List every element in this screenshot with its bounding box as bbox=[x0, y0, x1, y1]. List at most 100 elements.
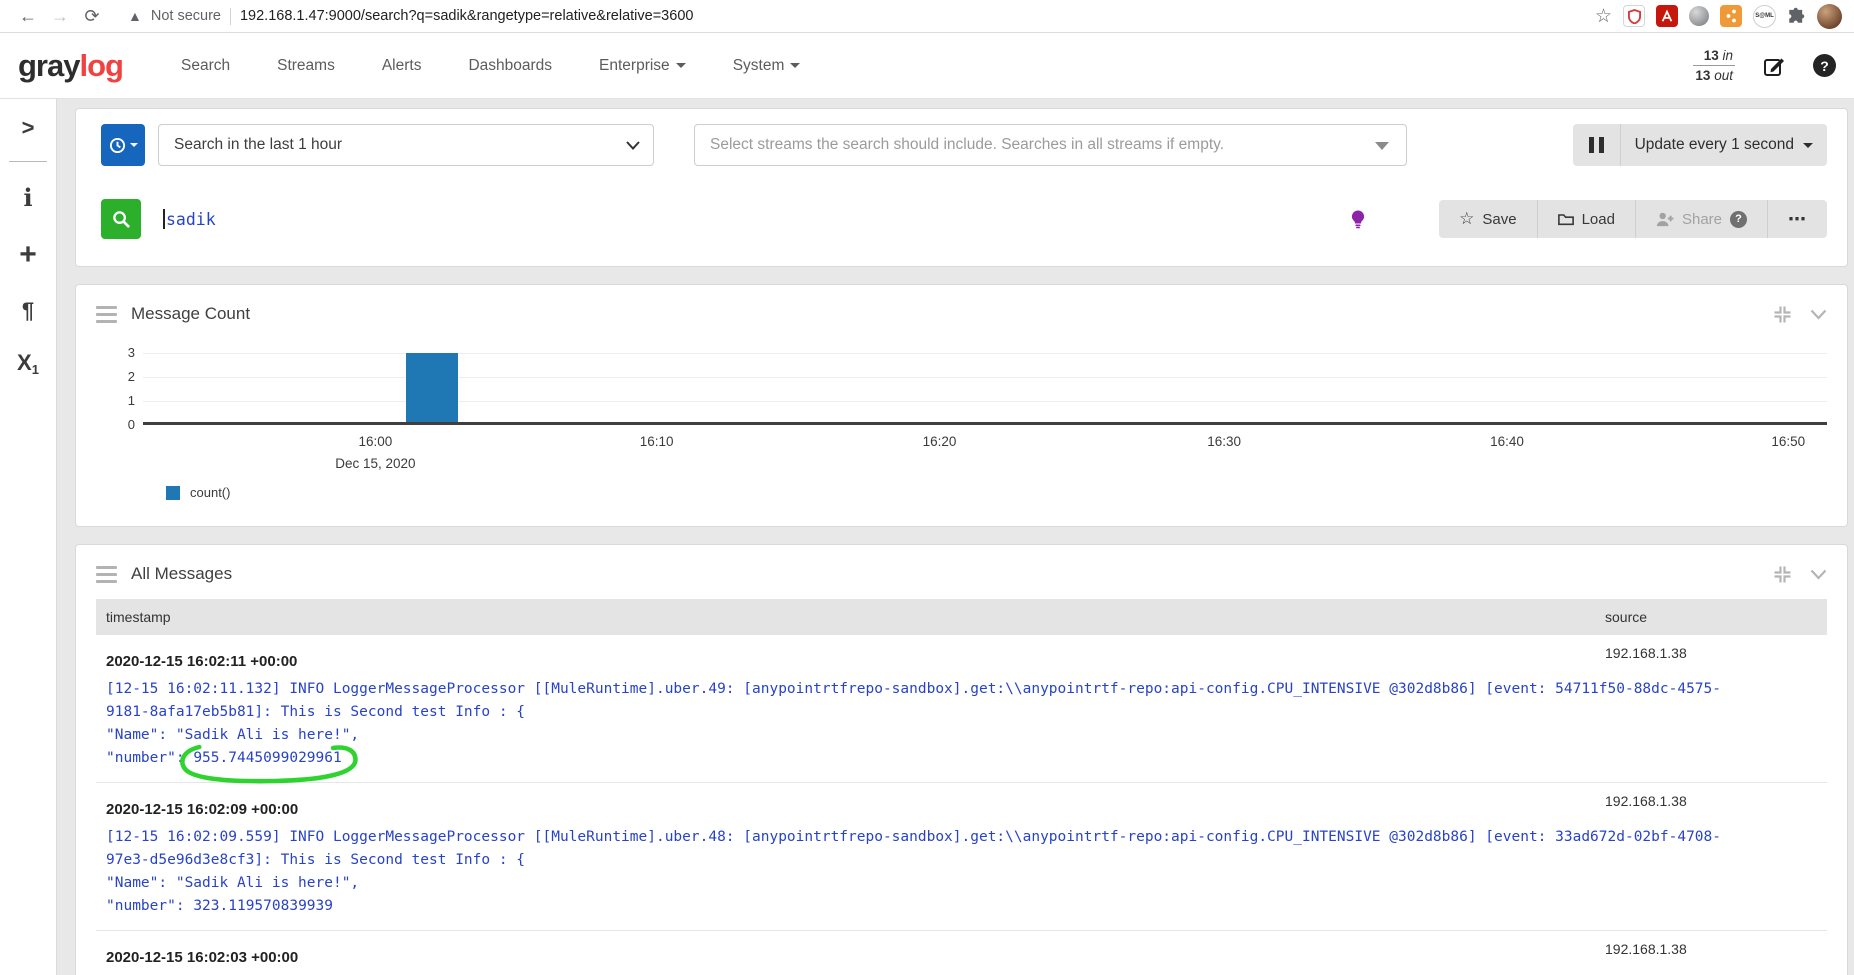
chevron-down-icon bbox=[626, 141, 640, 150]
ellipsis-icon: ⋯ bbox=[1788, 209, 1807, 230]
compose-edit-icon[interactable] bbox=[1762, 54, 1786, 78]
graylog-logo[interactable]: graylog bbox=[18, 48, 123, 84]
address-divider bbox=[230, 8, 231, 25]
extensions-puzzle-icon[interactable] bbox=[1787, 7, 1806, 26]
focus-widget-icon[interactable] bbox=[1773, 305, 1792, 324]
legend-label: count() bbox=[190, 485, 230, 500]
log-number-line: "number": 955.7445099029961 bbox=[106, 747, 1744, 770]
message-row[interactable]: 2020-12-15 16:02:03 +00:00 192.168.1.38 bbox=[96, 930, 1827, 975]
nav-system[interactable]: System bbox=[733, 57, 801, 75]
chart-legend: count() bbox=[166, 485, 1827, 500]
timerange-value: Search in the last 1 hour bbox=[174, 136, 342, 154]
chevron-down-icon bbox=[676, 63, 686, 68]
browser-actions: ☆ S@ML bbox=[1595, 4, 1842, 29]
message-row[interactable]: 2020-12-15 16:02:09 +00:00 192.168.1.38 … bbox=[96, 782, 1827, 930]
sidebar-fields-icon[interactable]: X1 bbox=[17, 352, 39, 376]
timerange-select[interactable]: Search in the last 1 hour bbox=[158, 124, 654, 166]
search-icon bbox=[112, 210, 131, 229]
pause-refresh-button[interactable] bbox=[1573, 124, 1621, 166]
share-help-icon[interactable]: ? bbox=[1730, 211, 1747, 228]
chevron-down-icon bbox=[790, 63, 800, 68]
forward-icon[interactable]: → bbox=[44, 6, 76, 27]
collapse-widget-chevron-icon[interactable] bbox=[1810, 309, 1827, 320]
nav-enterprise[interactable]: Enterprise bbox=[599, 57, 686, 75]
gridline bbox=[143, 401, 1827, 402]
main-nav: Search Streams Alerts Dashboards Enterpr… bbox=[181, 57, 800, 75]
search-button[interactable] bbox=[101, 199, 141, 239]
chart-bar[interactable] bbox=[406, 353, 458, 422]
address-bar[interactable]: ▲ Not secure 192.168.1.47:9000/search?q=… bbox=[128, 8, 1595, 25]
log-name-line: "Name": "Sadik Ali is here!", bbox=[106, 872, 1744, 895]
x-tick-label: 16:50 bbox=[1771, 434, 1805, 449]
circle-extension-icon[interactable] bbox=[1689, 6, 1709, 26]
browser-toolbar: ← → ⟳ ▲ Not secure 192.168.1.47:9000/sea… bbox=[0, 0, 1854, 33]
nav-streams[interactable]: Streams bbox=[277, 57, 335, 75]
browser-profile-avatar[interactable] bbox=[1817, 4, 1842, 29]
refresh-controls: Update every 1 second bbox=[1573, 124, 1827, 166]
pause-icon bbox=[1589, 137, 1594, 153]
nav-search[interactable]: Search bbox=[181, 57, 230, 75]
left-sidebar: > i + ¶ X1 bbox=[0, 99, 57, 975]
star-icon: ☆ bbox=[1459, 209, 1474, 229]
message-count-widget: Message Count 0123 16:0016:1016:2016:301… bbox=[75, 284, 1848, 527]
message-timestamp: 2020-12-15 16:02:09 +00:00 bbox=[106, 801, 1605, 818]
share-button[interactable]: Share ? bbox=[1636, 200, 1768, 238]
load-button[interactable]: Load bbox=[1538, 200, 1636, 238]
gridline bbox=[143, 377, 1827, 378]
widget-title: Message Count bbox=[131, 304, 250, 324]
gridline bbox=[143, 353, 1827, 354]
bookmark-star-icon[interactable]: ☆ bbox=[1595, 5, 1612, 28]
y-tick-label: 2 bbox=[128, 369, 135, 384]
y-tick-label: 0 bbox=[128, 417, 135, 432]
url-text[interactable]: 192.168.1.47:9000/search?q=sadik&rangety… bbox=[240, 8, 693, 24]
reload-icon[interactable]: ⟳ bbox=[76, 6, 108, 27]
query-hint-lightbulb-icon[interactable] bbox=[1351, 210, 1365, 229]
query-text: sadik bbox=[166, 210, 216, 229]
message-preview: [12-15 16:02:11.132] INFO LoggerMessageP… bbox=[106, 678, 1817, 770]
query-input[interactable]: sadik bbox=[163, 209, 216, 229]
search-page: Search in the last 1 hour Select streams… bbox=[57, 99, 1854, 975]
sidebar-formatting-icon[interactable]: ¶ bbox=[22, 300, 34, 322]
chevron-down-icon bbox=[1803, 143, 1813, 148]
streams-select[interactable]: Select streams the search should include… bbox=[694, 124, 1407, 166]
back-icon[interactable]: ← bbox=[12, 6, 44, 27]
page-content: > i + ¶ X1 Search in the last 1 hour Sel… bbox=[0, 99, 1854, 975]
help-icon[interactable]: ? bbox=[1813, 54, 1836, 77]
more-actions-button[interactable]: ⋯ bbox=[1768, 200, 1827, 238]
search-controls-panel: Search in the last 1 hour Select streams… bbox=[75, 108, 1848, 267]
column-header-timestamp[interactable]: timestamp bbox=[106, 609, 1605, 625]
sidebar-expand-icon[interactable]: > bbox=[22, 117, 35, 139]
message-timestamp: 2020-12-15 16:02:11 +00:00 bbox=[106, 653, 1605, 670]
app-header: graylog Search Streams Alerts Dashboards… bbox=[0, 33, 1854, 99]
timerange-type-button[interactable] bbox=[101, 124, 145, 166]
message-preview: [12-15 16:02:09.559] INFO LoggerMessageP… bbox=[106, 826, 1817, 918]
header-right: 13 in 13 out ? bbox=[1693, 47, 1836, 84]
chart-plot: 16:0016:1016:2016:3016:4016:50Dec 15, 20… bbox=[143, 353, 1827, 425]
add-user-icon bbox=[1656, 212, 1674, 227]
nav-dashboards[interactable]: Dashboards bbox=[468, 57, 552, 75]
nav-alerts[interactable]: Alerts bbox=[382, 57, 422, 75]
saml-extension-icon[interactable]: S@ML bbox=[1753, 5, 1776, 28]
sidebar-add-icon[interactable]: + bbox=[19, 240, 37, 270]
x-axis-date-label: Dec 15, 2020 bbox=[335, 456, 415, 471]
message-source: 192.168.1.38 bbox=[1605, 941, 1817, 957]
widget-drag-handle-icon[interactable] bbox=[96, 306, 117, 323]
not-secure-label: Not secure bbox=[151, 8, 221, 24]
pdf-extension-icon[interactable] bbox=[1656, 5, 1678, 27]
message-row[interactable]: 2020-12-15 16:02:11 +00:00 192.168.1.38 … bbox=[96, 635, 1827, 782]
sidebar-info-icon[interactable]: i bbox=[23, 186, 32, 210]
focus-widget-icon[interactable] bbox=[1773, 565, 1792, 584]
x-tick-label: 16:30 bbox=[1207, 434, 1241, 449]
sidebar-divider bbox=[9, 161, 47, 162]
save-button[interactable]: ☆ Save bbox=[1439, 200, 1537, 238]
text-cursor bbox=[163, 209, 165, 229]
column-header-source[interactable]: source bbox=[1605, 609, 1817, 625]
shield-extension-icon[interactable] bbox=[1623, 5, 1645, 27]
search-actions: ☆ Save Load Share ? ⋯ bbox=[1439, 200, 1827, 238]
orange-extension-icon[interactable] bbox=[1720, 5, 1742, 27]
widget-title: All Messages bbox=[131, 564, 232, 584]
collapse-widget-chevron-icon[interactable] bbox=[1810, 569, 1827, 580]
widget-drag-handle-icon[interactable] bbox=[96, 566, 117, 583]
refresh-interval-button[interactable]: Update every 1 second bbox=[1621, 124, 1827, 166]
throughput-indicator[interactable]: 13 in 13 out bbox=[1693, 47, 1735, 84]
